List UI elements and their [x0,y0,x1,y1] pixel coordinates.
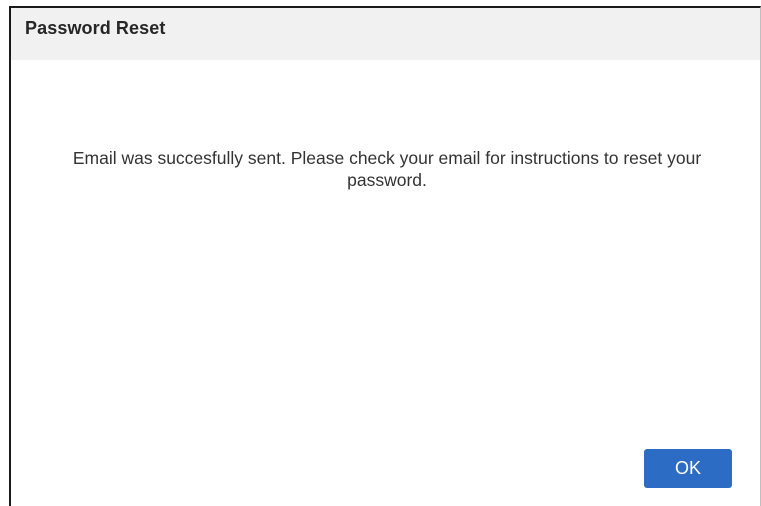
dialog-title-bar: Password Reset [11,8,760,60]
dialog-title: Password Reset [25,18,166,38]
password-reset-dialog: Password Reset Email was succesfully sen… [9,6,761,506]
ok-button[interactable]: OK [644,449,732,488]
dialog-message: Email was succesfully sent. Please check… [72,148,702,190]
